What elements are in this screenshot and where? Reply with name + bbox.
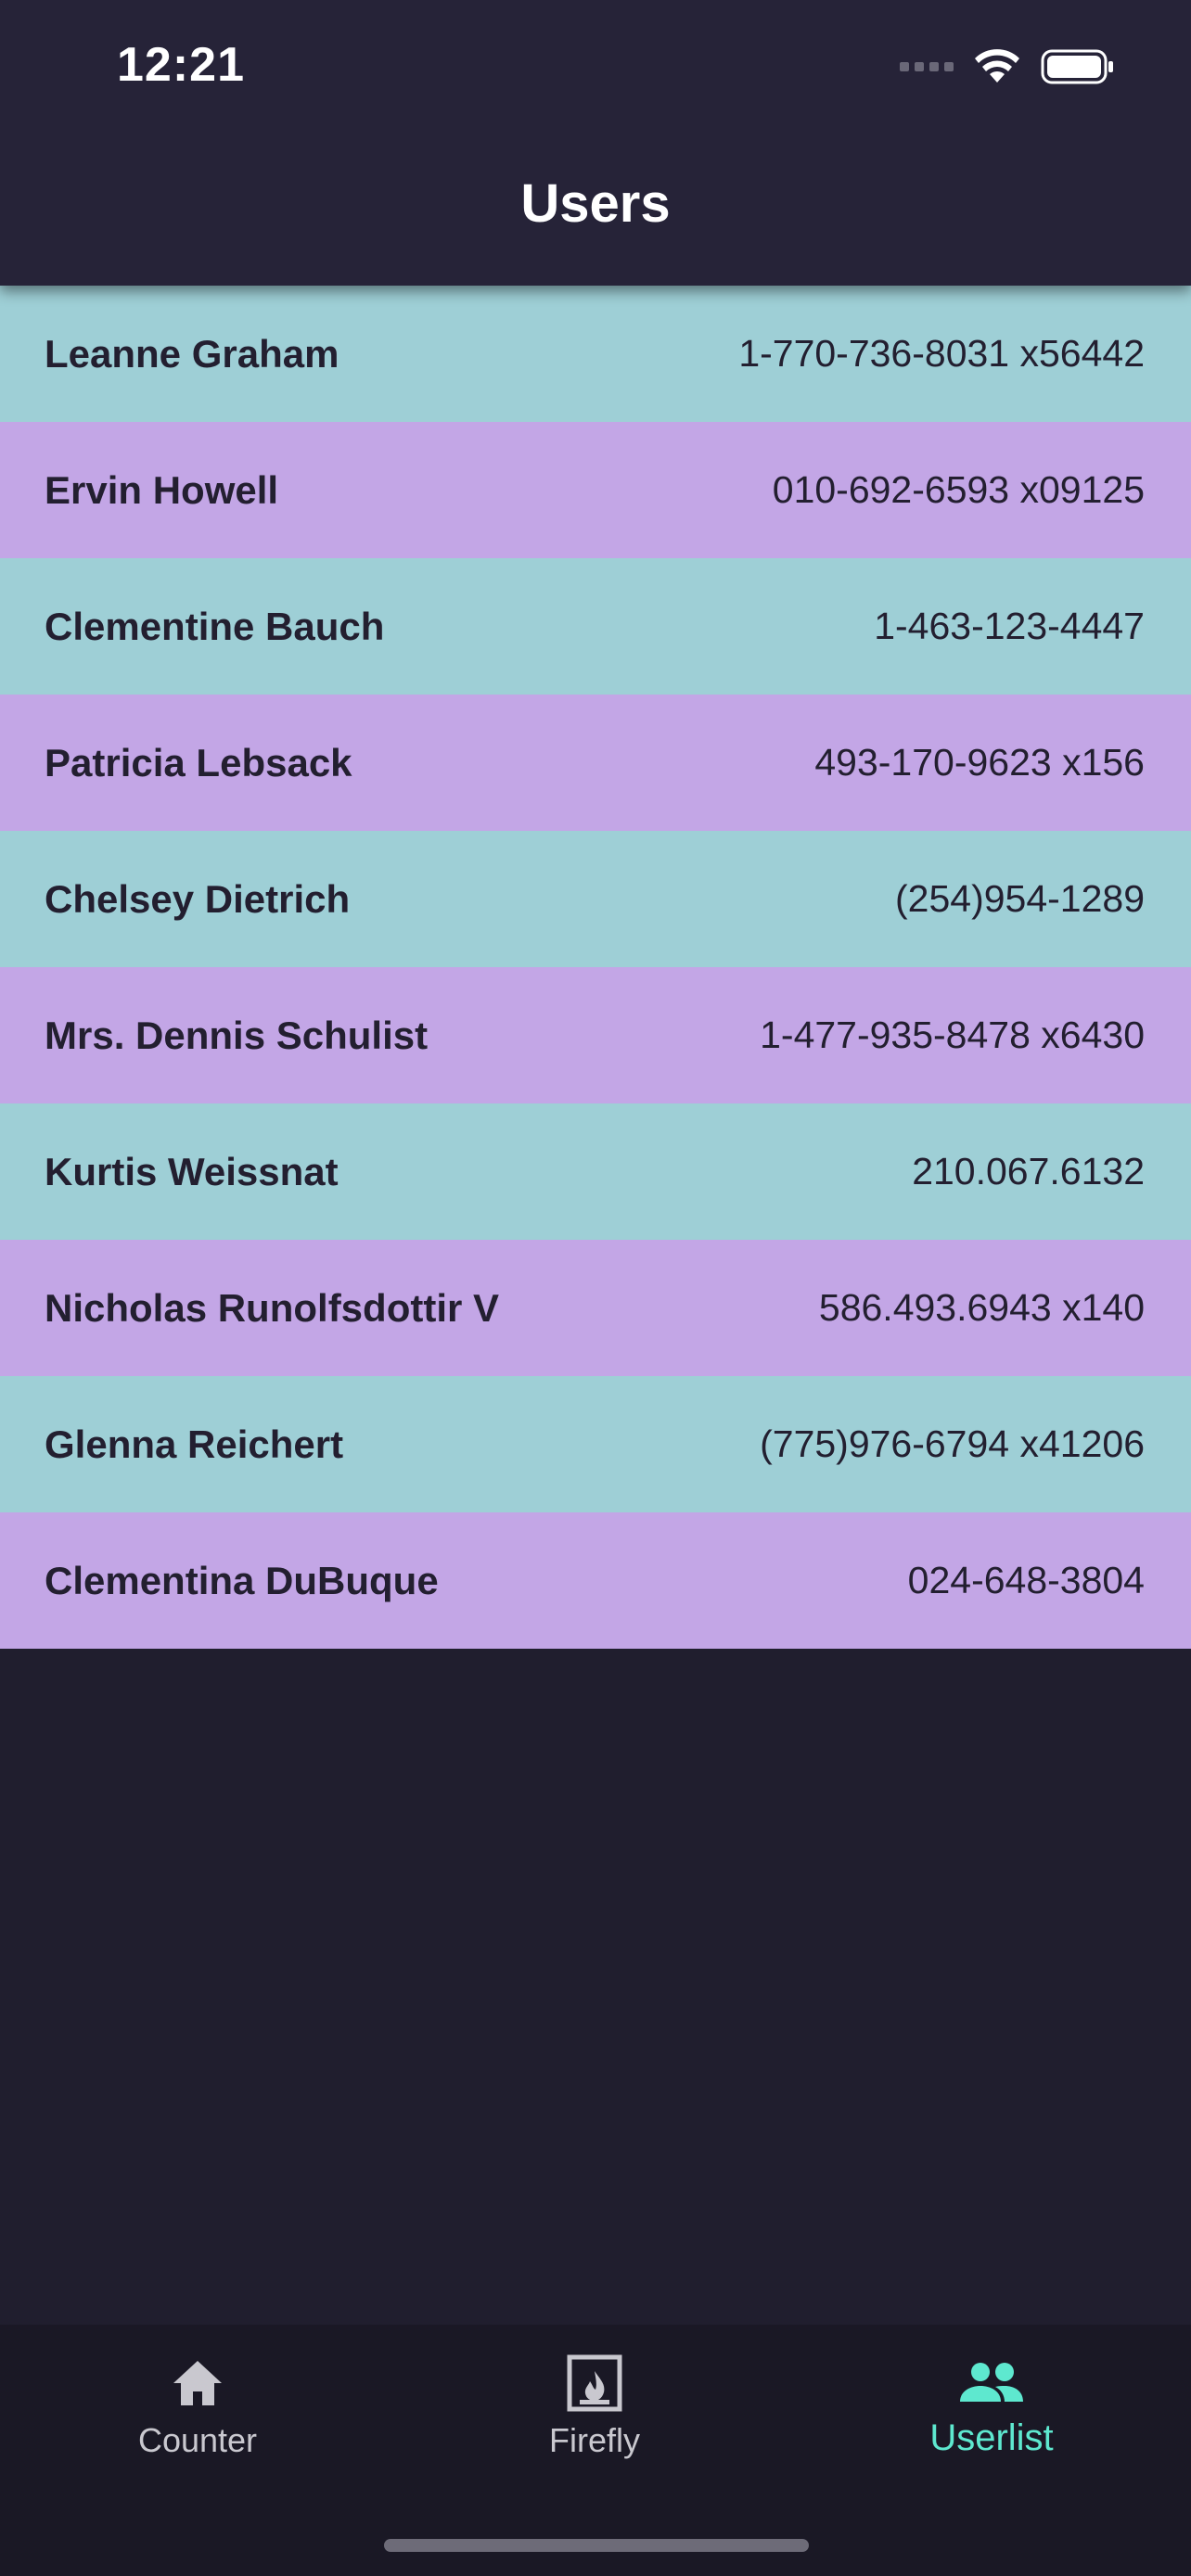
user-name: Ervin Howell — [45, 467, 279, 512]
user-row[interactable]: Kurtis Weissnat 210.067.6132 — [0, 1103, 1191, 1240]
cellular-signal-icon — [900, 62, 954, 71]
user-name: Leanne Graham — [45, 331, 339, 376]
tab-counter[interactable]: Counter — [58, 2353, 337, 2460]
tab-userlist-label: Userlist — [929, 2417, 1054, 2458]
user-phone: (254)954-1289 — [895, 877, 1145, 920]
tab-counter-label: Counter — [137, 2421, 258, 2459]
home-icon — [173, 2361, 222, 2405]
tab-firefly[interactable]: Firefly — [455, 2353, 734, 2460]
user-name: Kurtis Weissnat — [45, 1149, 339, 1193]
user-list: Leanne Graham 1-770-736-8031 x56442 Ervi… — [0, 286, 1191, 1649]
user-phone: 493-170-9623 x156 — [814, 741, 1145, 784]
user-name: Clementine Bauch — [45, 604, 385, 648]
battery-icon — [1041, 49, 1113, 84]
user-name: Glenna Reichert — [45, 1422, 344, 1466]
page-title: Users — [520, 173, 671, 234]
user-phone: 024-648-3804 — [907, 1559, 1145, 1601]
user-row[interactable]: Clementine Bauch 1-463-123-4447 — [0, 558, 1191, 695]
user-row[interactable]: Mrs. Dennis Schulist 1-477-935-8478 x643… — [0, 967, 1191, 1103]
user-name: Mrs. Dennis Schulist — [45, 1013, 429, 1057]
user-row[interactable]: Leanne Graham 1-770-736-8031 x56442 — [0, 286, 1191, 422]
user-name: Patricia Lebsack — [45, 740, 352, 784]
user-name: Clementina DuBuque — [45, 1558, 439, 1602]
tab-userlist[interactable]: Userlist — [852, 2353, 1131, 2459]
user-row[interactable]: Patricia Lebsack 493-170-9623 x156 — [0, 695, 1191, 831]
status-time: 12:21 — [117, 38, 245, 92]
user-phone: 1-770-736-8031 x56442 — [738, 332, 1145, 375]
user-row[interactable]: Ervin Howell 010-692-6593 x09125 — [0, 422, 1191, 558]
wifi-icon — [975, 49, 1019, 83]
app-header: 12:21 Users — [0, 0, 1191, 286]
people-icon — [960, 2363, 1023, 2402]
user-phone: 010-692-6593 x09125 — [772, 468, 1145, 511]
user-phone: 1-477-935-8478 x6430 — [760, 1014, 1145, 1056]
tab-firefly-label: Firefly — [549, 2421, 640, 2459]
user-phone: (775)976-6794 x41206 — [760, 1422, 1145, 1465]
user-row[interactable]: Chelsey Dietrich (254)954-1289 — [0, 831, 1191, 967]
home-indicator[interactable] — [384, 2539, 809, 2552]
fireplace-icon — [567, 2354, 622, 2412]
user-row[interactable]: Nicholas Runolfsdottir V 586.493.6943 x1… — [0, 1240, 1191, 1376]
user-phone: 1-463-123-4447 — [874, 605, 1145, 647]
user-row[interactable]: Glenna Reichert (775)976-6794 x41206 — [0, 1376, 1191, 1512]
user-phone: 586.493.6943 x140 — [818, 1286, 1145, 1329]
user-name: Nicholas Runolfsdottir V — [45, 1285, 500, 1330]
status-icons — [900, 43, 1115, 91]
user-name: Chelsey Dietrich — [45, 876, 351, 921]
user-row[interactable]: Clementina DuBuque 024-648-3804 — [0, 1512, 1191, 1649]
user-phone: 210.067.6132 — [912, 1150, 1145, 1192]
